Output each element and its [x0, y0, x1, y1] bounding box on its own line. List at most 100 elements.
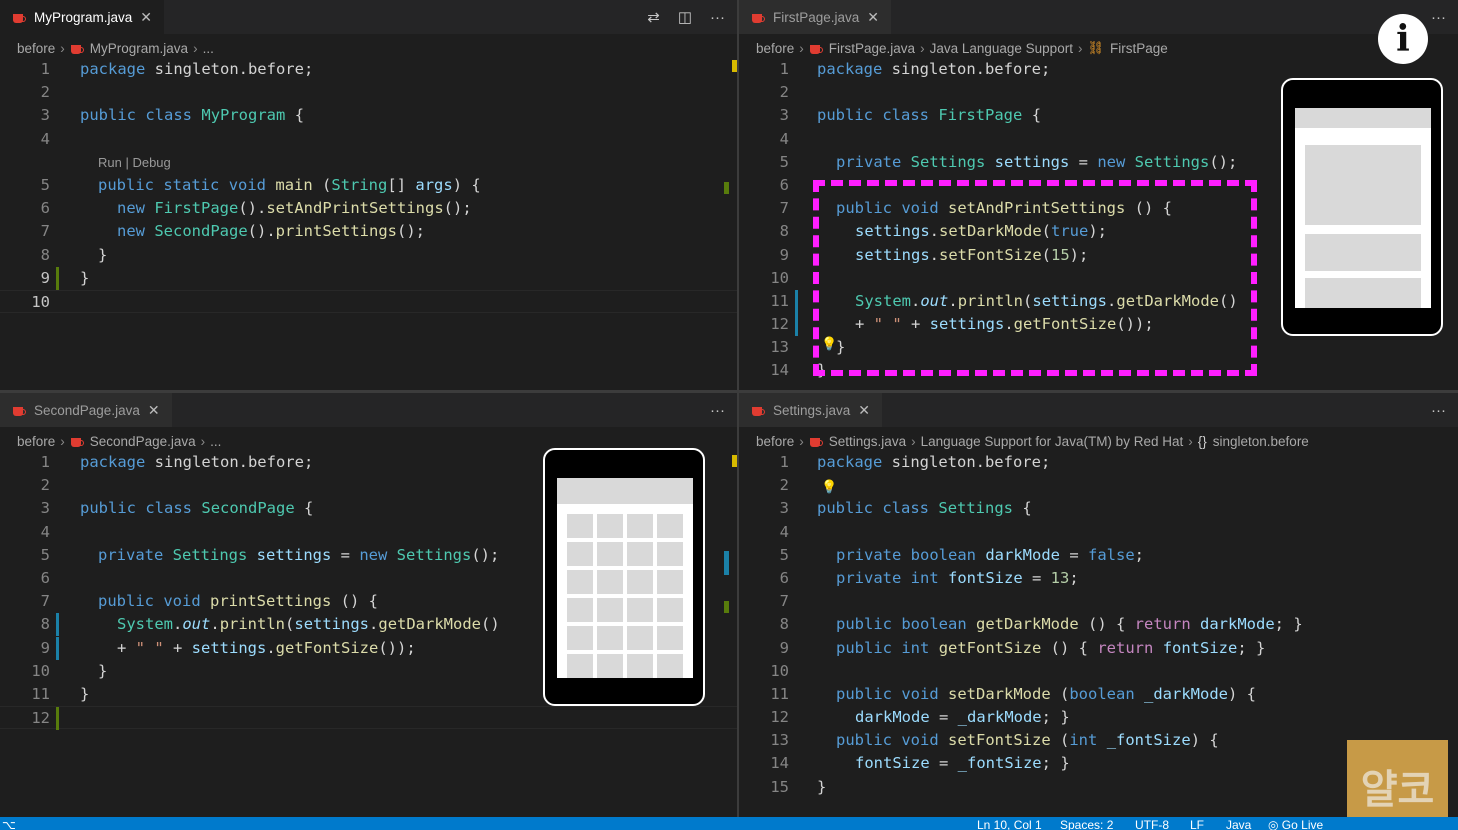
grid-cell: [627, 626, 653, 650]
line-number: 5: [40, 175, 50, 194]
code-line: }: [80, 684, 90, 703]
close-icon[interactable]: ✕: [867, 9, 879, 26]
tab-label: Settings.java: [773, 402, 851, 418]
java-file-icon: [751, 11, 765, 24]
grid-cell: [597, 570, 623, 594]
breadcrumb-package[interactable]: singleton.before: [1213, 434, 1309, 449]
breadcrumb-class[interactable]: FirstPage: [1110, 41, 1168, 56]
breadcrumb-file[interactable]: Settings.java: [829, 434, 906, 449]
line-number: 9: [40, 268, 50, 287]
run-debug-codelens[interactable]: Run | Debug: [0, 151, 737, 174]
line-number: 3: [40, 106, 50, 125]
code-line: public int getFontSize () { return fontS…: [836, 638, 1266, 657]
editor-actions: ···: [1431, 393, 1446, 427]
close-icon[interactable]: ✕: [140, 9, 152, 26]
grid-cell: [627, 542, 653, 566]
java-file-icon: [751, 404, 765, 417]
java-file-icon: [809, 42, 823, 55]
horizontal-split-divider[interactable]: [0, 390, 1458, 393]
line-number: 13: [770, 731, 789, 750]
breadcrumb-file[interactable]: FirstPage.java: [829, 41, 915, 56]
breadcrumb-folder[interactable]: before: [756, 434, 794, 449]
code-line: }: [80, 268, 90, 287]
line-number: 7: [779, 199, 789, 218]
scrollbar-marker: [724, 551, 729, 575]
line-number: 6: [40, 199, 50, 218]
line-number: 8: [779, 222, 789, 241]
breadcrumb-more[interactable]: ...: [210, 434, 221, 449]
remote-icon[interactable]: ⌥: [2, 819, 16, 830]
line-number: 2: [779, 476, 789, 495]
line-number: 11: [770, 684, 789, 703]
code-line: }: [98, 661, 108, 680]
breadcrumb-more[interactable]: ...: [203, 41, 214, 56]
editor-actions: ···: [1431, 0, 1446, 34]
java-file-icon: [70, 435, 84, 448]
git-change-marker: [56, 636, 59, 660]
tab-myprogram[interactable]: MyProgram.java ✕: [0, 0, 165, 34]
code-editor[interactable]: 1 package singleton.before; 2 3 public cla…: [0, 58, 737, 314]
breadcrumb: before › FirstPage.java › Java Language Su…: [756, 40, 1168, 56]
code-line: }: [98, 245, 108, 264]
grid-cell: [657, 598, 683, 622]
cursor-position[interactable]: Ln 10, Col 1: [977, 819, 1042, 830]
code-line: public class FirstPage {: [817, 106, 1042, 125]
end-of-line[interactable]: LF: [1190, 819, 1204, 830]
line-number: 10: [31, 661, 50, 680]
split-editor-icon[interactable]: ◫: [678, 8, 692, 26]
language-mode[interactable]: Java: [1226, 819, 1251, 830]
breadcrumb-file[interactable]: MyProgram.java: [90, 41, 188, 56]
vertical-split-divider[interactable]: [737, 0, 739, 817]
compare-icon[interactable]: ⇄: [647, 8, 660, 26]
breadcrumb-folder[interactable]: before: [17, 41, 55, 56]
more-actions-icon[interactable]: ···: [710, 9, 725, 26]
code-line: package singleton.before;: [817, 60, 1051, 78]
indentation[interactable]: Spaces: 2: [1060, 819, 1113, 830]
editor-actions: ⇄ ◫ ···: [647, 0, 725, 34]
code-line: public class SecondPage {: [80, 499, 314, 518]
tab-label: MyProgram.java: [34, 9, 133, 25]
breadcrumb-folder[interactable]: before: [756, 41, 794, 56]
code-line: darkMode = _darkMode; }: [855, 708, 1070, 727]
line-number: 12: [770, 708, 789, 727]
editor-pane-myprogram: MyProgram.java ✕ ⇄ ◫ ··· before › MyProgr…: [0, 0, 737, 390]
lightbulb-icon[interactable]: 💡: [821, 479, 837, 495]
grid-cell: [657, 542, 683, 566]
line-number: 12: [770, 315, 789, 334]
tab-settings[interactable]: Settings.java ✕: [739, 393, 883, 427]
line-number: 3: [779, 499, 789, 518]
close-icon[interactable]: ✕: [148, 402, 160, 419]
grid-cell: [657, 654, 683, 678]
grid-cell: [567, 570, 593, 594]
line-number: 15: [770, 777, 789, 796]
line-number: 6: [779, 175, 789, 194]
line-number: 13: [770, 338, 789, 357]
more-actions-icon[interactable]: ···: [710, 402, 725, 419]
go-live-button[interactable]: ◎ Go Live: [1268, 819, 1323, 830]
more-actions-icon[interactable]: ···: [1431, 402, 1446, 419]
tab-firstpage[interactable]: FirstPage.java ✕: [739, 0, 892, 34]
more-actions-icon[interactable]: ···: [1431, 9, 1446, 26]
tab-bar: FirstPage.java ✕ ···: [739, 0, 1458, 34]
breadcrumb-file[interactable]: SecondPage.java: [90, 434, 196, 449]
info-icon[interactable]: i: [1378, 14, 1428, 64]
breadcrumb-folder[interactable]: before: [17, 434, 55, 449]
grid-cell: [597, 654, 623, 678]
grid-cell: [597, 626, 623, 650]
scrollbar-marker: [724, 601, 729, 613]
tab-secondpage[interactable]: SecondPage.java ✕: [0, 393, 172, 427]
tab-label: FirstPage.java: [773, 9, 860, 25]
close-icon[interactable]: ✕: [858, 402, 870, 419]
git-change-marker: [56, 707, 59, 731]
code-line: package singleton.before;: [817, 453, 1051, 471]
encoding[interactable]: UTF-8: [1135, 819, 1169, 830]
git-change-marker: [795, 313, 798, 337]
code-line: + " " + settings.getFontSize());: [117, 638, 416, 657]
line-number: 6: [40, 568, 50, 587]
highlight-box: [813, 180, 1257, 376]
breadcrumb-language[interactable]: Language Support for Java(TM) by Red Hat: [921, 434, 1184, 449]
java-file-icon: [70, 42, 84, 55]
scrollbar-marker: [724, 182, 729, 194]
code-line: public void setFontSize (int _fontSize) …: [836, 731, 1219, 750]
breadcrumb-language[interactable]: Java Language Support: [930, 41, 1073, 56]
